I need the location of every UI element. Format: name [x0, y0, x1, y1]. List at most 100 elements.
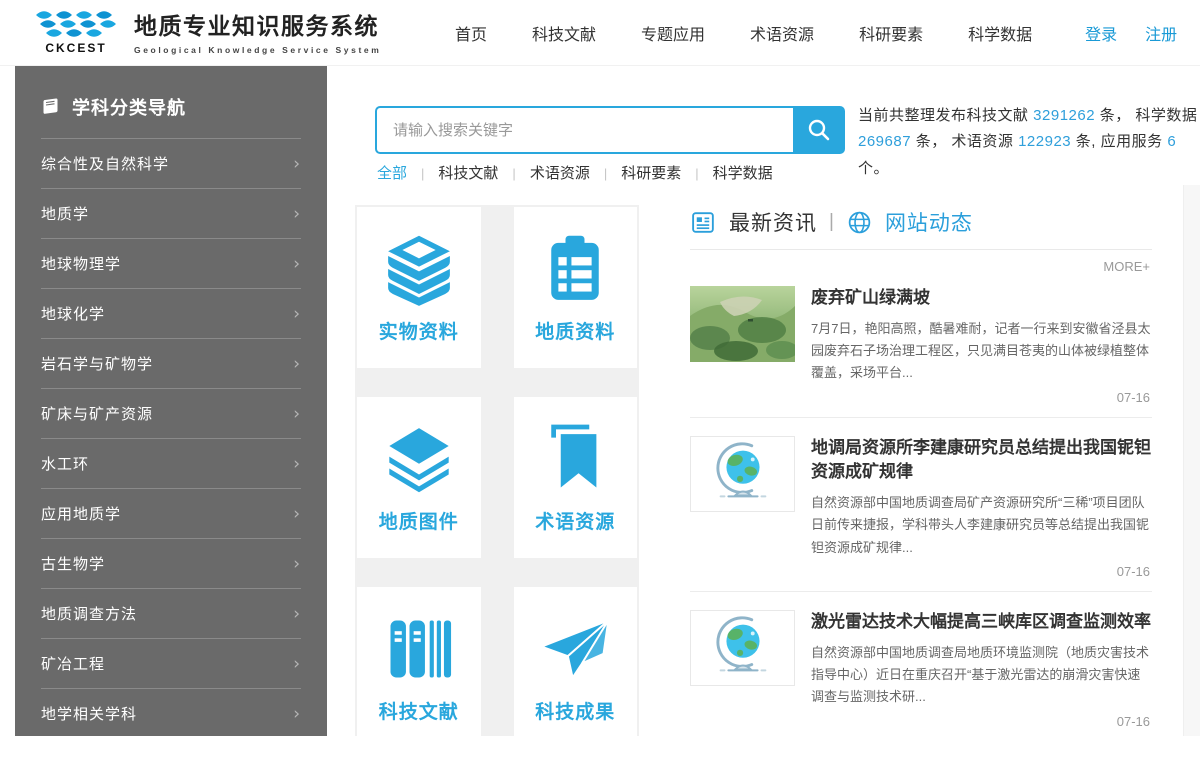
- nav-item[interactable]: 科技文献: [532, 21, 596, 45]
- brand-text: 地质专业知识服务系统 Geological Knowledge Service …: [134, 7, 381, 55]
- chevron-right-icon: ›: [293, 254, 301, 274]
- news-block: 废弃矿山绿满坡 7月7日，艳阳高照，酷暑难耐，记者一行来到安徽省泾县太园废弃石子…: [690, 286, 1152, 418]
- globe-icon: [846, 209, 873, 236]
- stat-text: 条， 科学数据: [1095, 107, 1197, 124]
- sidebar-item-label: 地球物理学: [41, 253, 121, 274]
- landscape-photo: [690, 286, 795, 362]
- page-scrollbar-track[interactable]: [1183, 185, 1200, 736]
- news-item[interactable]: 地调局资源所李建康研究员总结提出我国铌钽资源成矿规律 自然资源部中国地质调查局矿…: [690, 436, 1152, 559]
- logo: CKCEST: [30, 7, 122, 55]
- quick-link-grid: 实物资料 地质资料 地质图件: [355, 205, 639, 736]
- sidebar-item[interactable]: 古生物学 ›: [41, 538, 301, 588]
- news-desc: 7月7日，艳阳高照，酷暑难耐，记者一行来到安徽省泾县太园废弃石子场治理工程区，只…: [811, 318, 1152, 385]
- news-item-body: 地调局资源所李建康研究员总结提出我国铌钽资源成矿规律 自然资源部中国地质调查局矿…: [811, 436, 1152, 559]
- search-scope-tab[interactable]: 科学数据: [681, 162, 772, 183]
- stat-text: 当前共整理发布科技文献: [858, 107, 1033, 124]
- stat-number: 122923: [1018, 133, 1071, 150]
- library-icon: [381, 611, 457, 687]
- nav-item[interactable]: 科学数据: [968, 21, 1032, 45]
- chevron-right-icon: ›: [293, 304, 301, 324]
- card-terminology[interactable]: 术语资源: [514, 397, 638, 558]
- stat-text: 条, 应用服务: [1071, 133, 1167, 150]
- sidebar-item[interactable]: 综合性及自然科学 ›: [41, 138, 301, 188]
- news-title[interactable]: 激光雷达技术大幅提高三峡库区调查监测效率: [811, 610, 1152, 635]
- bookmark-icon: [537, 421, 613, 497]
- login-link[interactable]: 登录: [1085, 21, 1117, 45]
- sidebar-item[interactable]: 地质调查方法 ›: [41, 588, 301, 638]
- register-link[interactable]: 注册: [1145, 21, 1177, 45]
- clipboard-icon: [537, 231, 613, 307]
- logo-fish-scale-icon: [32, 9, 120, 41]
- news-desc: 自然资源部中国地质调查局地质环境监测院（地质灾害技术指导中心）近日在重庆召开“基…: [811, 642, 1152, 709]
- news-desc: 自然资源部中国地质调查局矿产资源研究所“三稀”项目团队日前传来捷报，学科带头人李…: [811, 492, 1152, 559]
- card-geological-data[interactable]: 地质资料: [514, 207, 638, 368]
- news-thumbnail-landscape: [690, 286, 795, 362]
- card-literature[interactable]: 科技文献: [357, 587, 481, 736]
- news-thumbnail-globe: [690, 436, 795, 512]
- stat-text: 条， 术语资源: [911, 133, 1018, 150]
- card-label: 地质资料: [535, 317, 615, 344]
- sidebar-item-label: 地质调查方法: [41, 603, 137, 624]
- more-link[interactable]: MORE+: [690, 250, 1152, 286]
- book-icon: [41, 97, 61, 117]
- news-title[interactable]: 废弃矿山绿满坡: [811, 286, 1152, 311]
- nav-item[interactable]: 首页: [455, 21, 487, 45]
- sidebar-item-label: 地学相关学科: [41, 703, 137, 724]
- card-label: 实物资料: [379, 317, 459, 344]
- tab-latest-news[interactable]: 最新资讯: [729, 207, 817, 237]
- news-item[interactable]: 废弃矿山绿满坡 7月7日，艳阳高照，酷暑难耐，记者一行来到安徽省泾县太园废弃石子…: [690, 286, 1152, 385]
- sidebar-item-label: 地球化学: [41, 303, 105, 324]
- card-label: 科技成果: [535, 697, 615, 724]
- sidebar-item-label: 岩石学与矿物学: [41, 353, 153, 374]
- news-item[interactable]: 激光雷达技术大幅提高三峡库区调查监测效率 自然资源部中国地质调查局地质环境监测院…: [690, 610, 1152, 709]
- logo-abbr: CKCEST: [30, 41, 122, 55]
- chevron-right-icon: ›: [293, 504, 301, 524]
- search-scope-tab[interactable]: 科技文献: [407, 162, 498, 183]
- sidebar-item[interactable]: 应用地质学 ›: [41, 488, 301, 538]
- search-button[interactable]: [793, 106, 845, 154]
- sidebar-item[interactable]: 地球化学 ›: [41, 288, 301, 338]
- search-input[interactable]: [375, 106, 793, 154]
- news-tab-separator: |: [829, 211, 834, 233]
- sidebar-item[interactable]: 岩石学与矿物学 ›: [41, 338, 301, 388]
- card-geological-maps[interactable]: 地质图件: [357, 397, 481, 558]
- nav-item[interactable]: 科研要素: [859, 21, 923, 45]
- card-achievements[interactable]: 科技成果: [514, 587, 638, 736]
- chevron-right-icon: ›: [293, 654, 301, 674]
- search-box: [375, 106, 845, 154]
- sidebar-item[interactable]: 水工环 ›: [41, 438, 301, 488]
- nav-item[interactable]: 专题应用: [641, 21, 705, 45]
- sidebar-item[interactable]: 地球物理学 ›: [41, 238, 301, 288]
- chevron-right-icon: ›: [293, 354, 301, 374]
- sidebar-title: 学科分类导航: [72, 94, 186, 120]
- news-block: 地调局资源所李建康研究员总结提出我国铌钽资源成矿规律 自然资源部中国地质调查局矿…: [690, 436, 1152, 592]
- sidebar-item[interactable]: 矿床与矿产资源 ›: [41, 388, 301, 438]
- newspaper-icon: [690, 209, 717, 236]
- paper-plane-icon: [537, 611, 613, 687]
- search-icon: [806, 117, 832, 143]
- sidebar-item-label: 矿床与矿产资源: [41, 403, 153, 424]
- layers-icon: [381, 421, 457, 497]
- platform-stats: 当前共整理发布科技文献 3291262 条， 科学数据269687 条， 术语资…: [858, 103, 1198, 182]
- main-nav: 首页 科技文献 专题应用 术语资源 科研要素 科学数据 登录 注册: [455, 0, 1200, 66]
- sidebar-item-label: 地质学: [41, 203, 89, 224]
- news-panel: 最新资讯 | 网站动态 MORE+: [690, 207, 1152, 759]
- chevron-right-icon: ›: [293, 604, 301, 624]
- site-subtitle: Geological Knowledge Service System: [134, 45, 381, 55]
- search-scope-tab[interactable]: 科研要素: [590, 162, 681, 183]
- sidebar-item-label: 水工环: [41, 453, 89, 474]
- search-scope-tab[interactable]: 术语资源: [498, 162, 589, 183]
- nav-item[interactable]: 术语资源: [750, 21, 814, 45]
- news-item-body: 废弃矿山绿满坡 7月7日，艳阳高照，酷暑难耐，记者一行来到安徽省泾县太园废弃石子…: [811, 286, 1152, 385]
- auth-links: 登录 注册: [1085, 21, 1200, 45]
- card-physical-data[interactable]: 实物资料: [357, 207, 481, 368]
- search-scope-tab[interactable]: 全部: [377, 162, 407, 183]
- stat-text: 个。: [858, 160, 889, 177]
- tab-site-news[interactable]: 网站动态: [885, 207, 973, 237]
- sidebar-item[interactable]: 地学相关学科 ›: [41, 688, 301, 736]
- books-stack-icon: [381, 231, 457, 307]
- sidebar-item[interactable]: 矿冶工程 ›: [41, 638, 301, 688]
- site-title: 地质专业知识服务系统: [134, 13, 381, 41]
- news-title[interactable]: 地调局资源所李建康研究员总结提出我国铌钽资源成矿规律: [811, 436, 1152, 485]
- sidebar-item[interactable]: 地质学 ›: [41, 188, 301, 238]
